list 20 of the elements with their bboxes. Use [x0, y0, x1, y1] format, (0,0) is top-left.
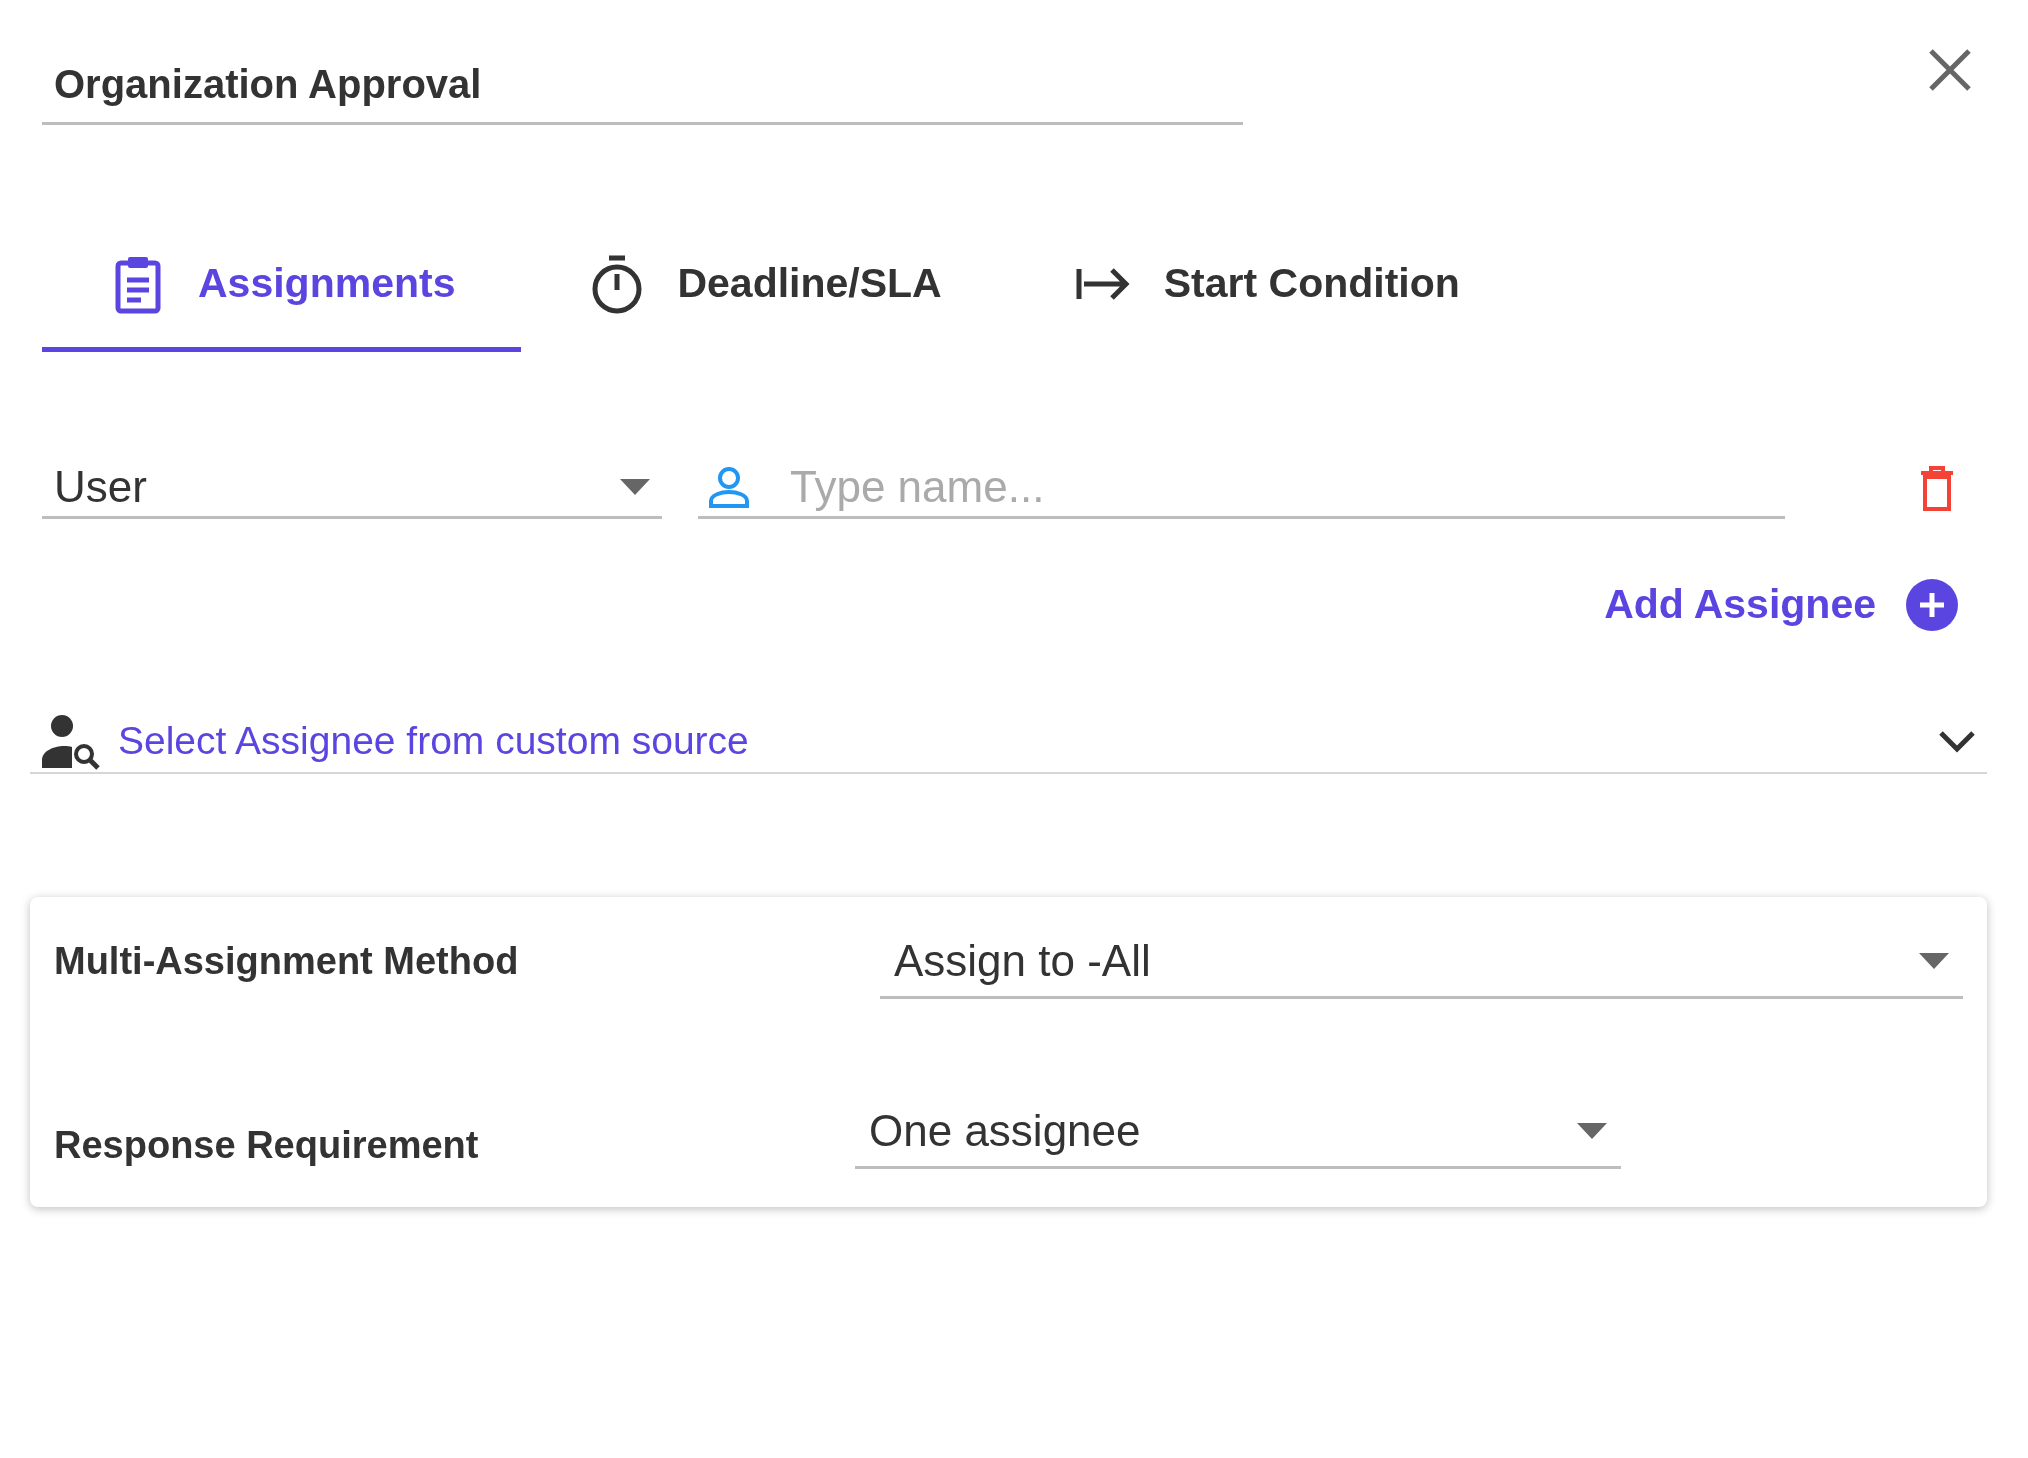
caret-icon — [620, 478, 650, 495]
setting-label: Response Requirement — [54, 1122, 480, 1168]
setting-select[interactable]: One assignee — [855, 1096, 1621, 1169]
add-assignee-button[interactable]: Add Assignee — [1604, 574, 1958, 636]
person-icon — [708, 465, 750, 508]
name-input[interactable]: Type name... — [790, 453, 1785, 520]
title-field[interactable]: Organization Approval — [42, 45, 1243, 125]
chevron-button[interactable] — [1937, 728, 1977, 755]
type-select[interactable]: User — [42, 457, 662, 519]
tab[interactable]: Deadline/SLA — [521, 220, 1008, 352]
caret-icon — [1919, 953, 1949, 969]
tab[interactable]: Start Condition — [1007, 220, 1526, 352]
tab[interactable]: Assignments — [42, 220, 522, 352]
person-search-icon — [40, 713, 102, 770]
plus-icon — [1906, 578, 1958, 631]
custom-source-link[interactable]: Select Assignee from custom source — [118, 712, 749, 771]
setting-select[interactable]: Assign to -All — [880, 926, 1963, 999]
caret-icon — [1577, 1123, 1607, 1139]
setting-label: Multi-Assignment Method — [54, 938, 520, 984]
delete-button[interactable] — [1919, 465, 1955, 511]
